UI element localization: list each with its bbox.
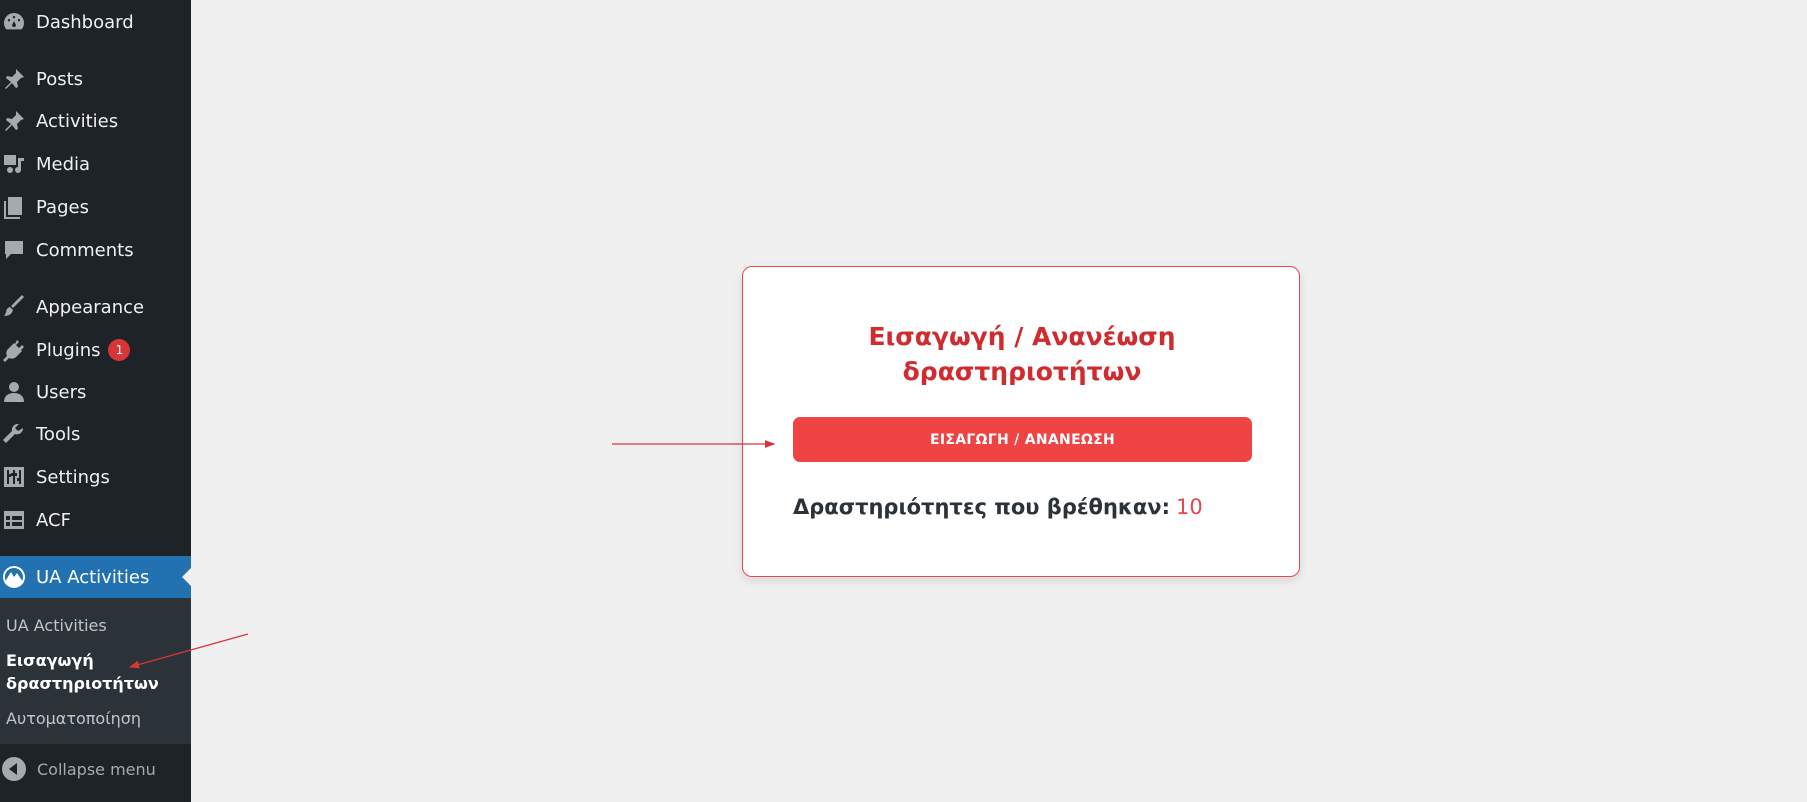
update-count-badge: 1 — [108, 339, 131, 361]
collapse-arrow-icon — [2, 757, 26, 781]
user-icon — [0, 378, 28, 406]
menu-label: Media — [36, 153, 91, 175]
menu-label: Settings — [36, 466, 110, 488]
menu-label: Posts — [36, 68, 84, 90]
menu-label: Tools — [36, 423, 81, 445]
card-title: Εισαγωγή / Ανανέωση δραστηριοτήτων — [743, 319, 1301, 389]
menu-label: Users — [36, 381, 87, 403]
menu-label: Activities — [36, 110, 119, 132]
menu-label: Pages — [36, 196, 89, 218]
media-icon — [0, 150, 28, 178]
menu-activities[interactable]: Activities — [0, 101, 191, 141]
submenu-ua-activities[interactable]: UA Activities — [6, 614, 107, 637]
activities-found: Δραστηριότητες που βρέθηκαν: 10 — [793, 495, 1203, 519]
activities-found-label: Δραστηριότητες που βρέθηκαν: — [793, 495, 1170, 519]
sliders-icon — [0, 463, 28, 491]
current-menu-pointer — [182, 568, 191, 586]
brush-icon — [0, 293, 28, 321]
activities-found-count: 10 — [1175, 495, 1203, 519]
menu-label: UA Activities — [36, 566, 150, 588]
menu-label: Appearance — [36, 296, 145, 318]
import-update-button[interactable]: ΕΙΣΑΓΩΓΗ / ΑΝΑΝΕΩΣΗ — [793, 417, 1252, 462]
import-card: Εισαγωγή / Ανανέωση δραστηριοτήτων ΕΙΣΑΓ… — [742, 266, 1300, 577]
menu-pages[interactable]: Pages — [0, 187, 191, 227]
mountain-icon — [0, 563, 28, 591]
menu-comments[interactable]: Comments — [0, 230, 191, 270]
ua-activities-submenu: UA Activities Εισαγωγή δραστηριοτήτων Αυ… — [0, 598, 191, 744]
menu-settings[interactable]: Settings — [0, 457, 191, 497]
menu-posts[interactable]: Posts — [0, 59, 191, 99]
pin-icon — [0, 65, 28, 93]
menu-ua-activities[interactable]: UA Activities — [0, 556, 191, 598]
card-title-line1: Εισαγωγή / Ανανέωση — [868, 322, 1176, 351]
submenu-automation[interactable]: Αυτοματοποίηση — [6, 707, 141, 730]
menu-dashboard[interactable]: Dashboard — [0, 2, 191, 42]
menu-media[interactable]: Media — [0, 144, 191, 184]
table-icon — [0, 506, 28, 534]
submenu-import-activities-line2[interactable]: δραστηριοτήτων — [6, 672, 159, 695]
pin-icon — [0, 107, 28, 135]
menu-plugins[interactable]: Plugins 1 — [0, 330, 191, 370]
collapse-menu-label: Collapse menu — [37, 759, 156, 779]
card-title-line2: δραστηριοτήτων — [902, 357, 1142, 386]
comment-icon — [0, 236, 28, 264]
pages-icon — [0, 193, 28, 221]
wrench-icon — [0, 420, 28, 448]
menu-appearance[interactable]: Appearance — [0, 287, 191, 327]
dashboard-icon — [0, 8, 28, 36]
plug-icon — [0, 336, 28, 364]
menu-label: ACF — [36, 509, 71, 531]
menu-label: Plugins — [36, 339, 101, 361]
menu-label: Comments — [36, 239, 134, 261]
collapse-menu-button[interactable]: Collapse menu — [0, 752, 191, 786]
menu-tools[interactable]: Tools — [0, 414, 191, 454]
menu-users[interactable]: Users — [0, 372, 191, 412]
submenu-import-activities-line1[interactable]: Εισαγωγή — [6, 649, 94, 672]
menu-acf[interactable]: ACF — [0, 500, 191, 540]
admin-sidebar: Dashboard Posts Activities Media Pages C… — [0, 0, 191, 802]
menu-label: Dashboard — [36, 11, 134, 33]
